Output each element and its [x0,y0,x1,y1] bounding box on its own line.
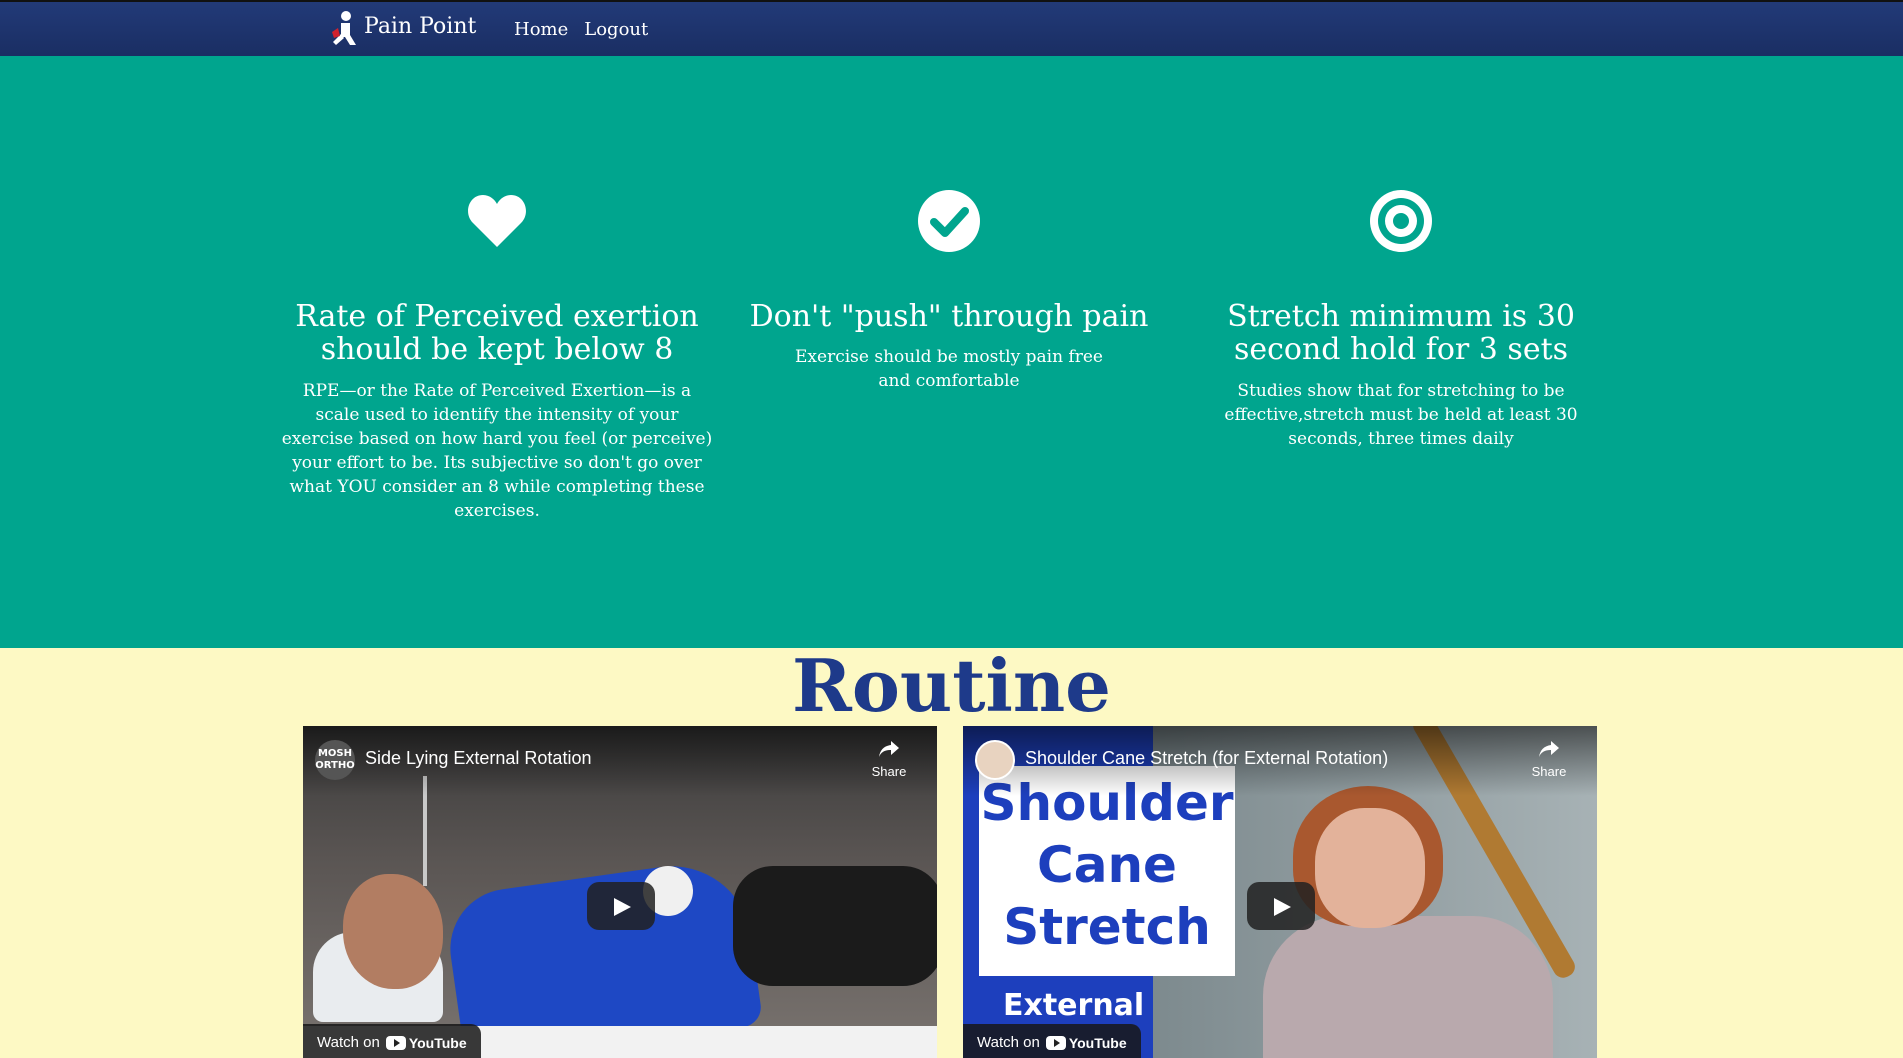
feature-title: Stretch minimum is 30 second hold for 3 … [1227,299,1575,367]
brand-link[interactable]: Pain Point [326,10,476,50]
share-icon [1539,741,1559,757]
watch-on-label: Watch on [317,1034,380,1051]
routine-title: Routine [792,643,1111,728]
target-icon [1369,189,1433,253]
brand-logo-icon [326,10,360,50]
navbar: Pain Point Home Logout [0,0,1903,56]
watch-on-youtube-button[interactable]: Watch on YouTube [303,1024,481,1058]
share-button[interactable]: Share [869,740,909,779]
nav-home-link[interactable]: Home [514,19,568,40]
feature-text: RPE—or the Rate of Perceived Exertion—is… [281,381,713,521]
share-icon [879,741,899,757]
channel-avatar[interactable] [975,740,1015,780]
video-embed-cane-stretch[interactable]: Shoulder Cane Stretch External Shoulder … [963,726,1597,1058]
heart-icon [465,189,529,253]
video-title[interactable]: Shoulder Cane Stretch (for External Rota… [1025,748,1388,769]
thumbnail-subtext: External [1003,988,1145,1023]
guidelines-section: Rate of Perceived exertion should be kep… [0,56,1903,648]
youtube-logo-icon: YouTube [385,1024,467,1058]
video-embed-side-lying[interactable]: MOSH ORTHO Side Lying External Rotation … [303,726,937,1058]
nav-logout-link[interactable]: Logout [584,19,648,40]
feature-text: Studies show that for stretching to be e… [1224,381,1578,449]
nav-links: Home Logout [514,19,648,40]
share-label: Share [1531,764,1567,779]
thumbnail-text: Shoulder Cane Stretch [980,774,1234,956]
channel-avatar[interactable]: MOSH ORTHO [315,740,355,780]
feature-title: Rate of Perceived exertion should be kep… [295,299,699,367]
play-button[interactable] [587,882,655,930]
watch-on-label: Watch on [977,1034,1040,1051]
feature-text: Exercise should be mostly pain free and … [795,347,1103,391]
share-button[interactable]: Share [1529,740,1569,779]
watch-on-youtube-button[interactable]: Watch on YouTube [963,1024,1141,1058]
youtube-logo-icon: YouTube [1045,1024,1127,1058]
video-title[interactable]: Side Lying External Rotation [365,748,591,769]
brand-name: Pain Point [364,13,477,39]
share-label: Share [871,764,907,779]
feature-title: Don't "push" through pain [749,299,1149,334]
thumbnail-card: Shoulder Cane Stretch [979,766,1235,976]
check-circle-icon [917,189,981,253]
play-button[interactable] [1247,882,1315,930]
